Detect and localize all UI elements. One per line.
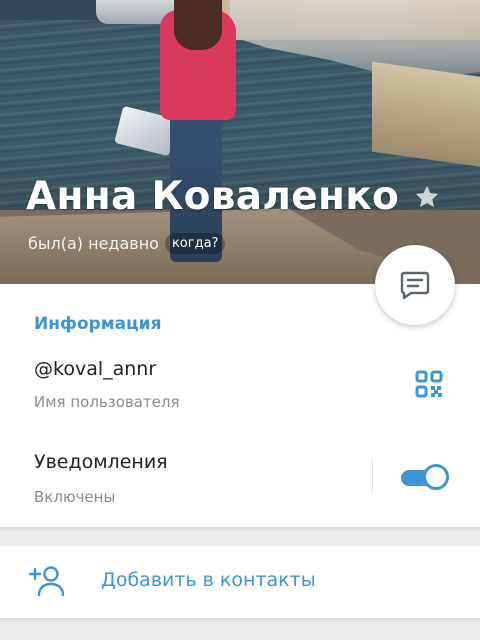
card2-shadow — [0, 618, 480, 623]
qr-code-icon[interactable] — [415, 370, 443, 398]
profile-status-row: был(а) недавно когда? — [28, 233, 226, 254]
toggle-knob — [423, 464, 449, 490]
profile-name-row: Анна Коваленко — [26, 174, 441, 219]
notifications-toggle[interactable] — [401, 464, 449, 490]
star-icon[interactable] — [413, 183, 441, 211]
username-value[interactable]: @koval_annr — [34, 358, 156, 380]
last-seen-status: был(а) недавно — [28, 234, 159, 253]
info-section-title: Информация — [34, 314, 162, 334]
add-contact-label: Добавить в контакты — [101, 569, 316, 591]
add-contact-row[interactable]: Добавить в контакты — [0, 546, 480, 618]
message-button[interactable] — [375, 245, 455, 325]
username-caption: Имя пользователя — [34, 393, 180, 411]
notifications-divider — [372, 460, 373, 492]
profile-header: Анна Коваленко был(а) недавно когда? — [0, 0, 480, 284]
notifications-title[interactable]: Уведомления — [34, 451, 168, 473]
card-shadow — [0, 527, 480, 532]
message-icon — [400, 271, 430, 300]
when-button[interactable]: когда? — [164, 233, 226, 254]
add-contact-icon — [28, 566, 65, 597]
notifications-caption: Включены — [34, 488, 116, 506]
profile-name: Анна Коваленко — [26, 174, 400, 219]
